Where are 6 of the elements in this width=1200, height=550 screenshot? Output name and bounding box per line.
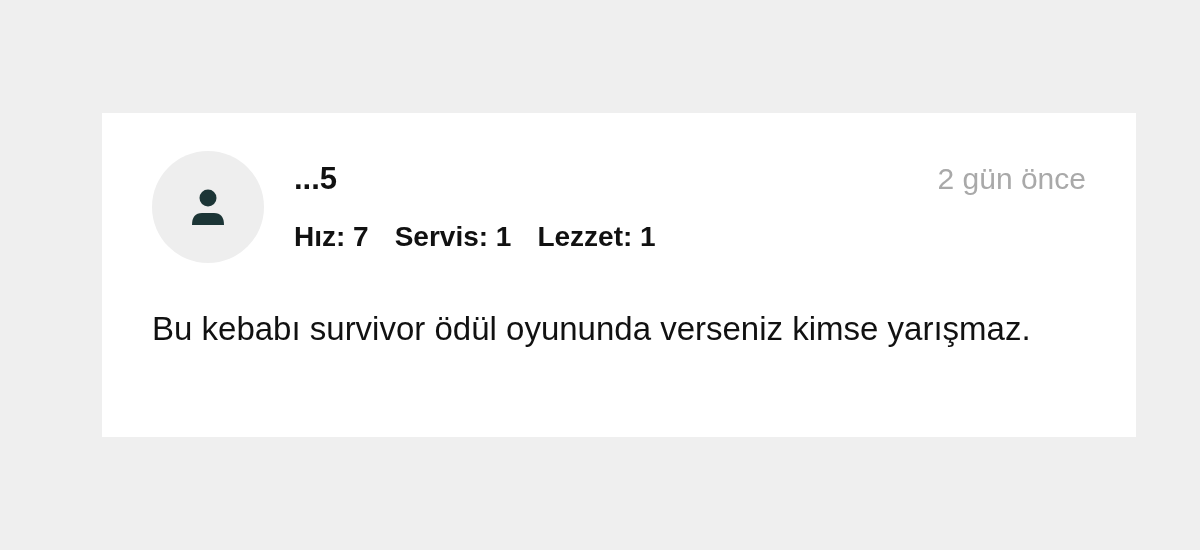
timestamp: 2 gün önce: [937, 162, 1086, 196]
review-text: Bu kebabı survivor ödül oyununda verseniz kimse yarışmaz.: [152, 309, 1032, 349]
rating-score: Hız: 7: [294, 221, 369, 253]
rating-score: Lezzet: 1: [537, 221, 656, 253]
rating-score: Servis: 1: [394, 221, 512, 253]
author-name: ...5: [294, 161, 338, 197]
